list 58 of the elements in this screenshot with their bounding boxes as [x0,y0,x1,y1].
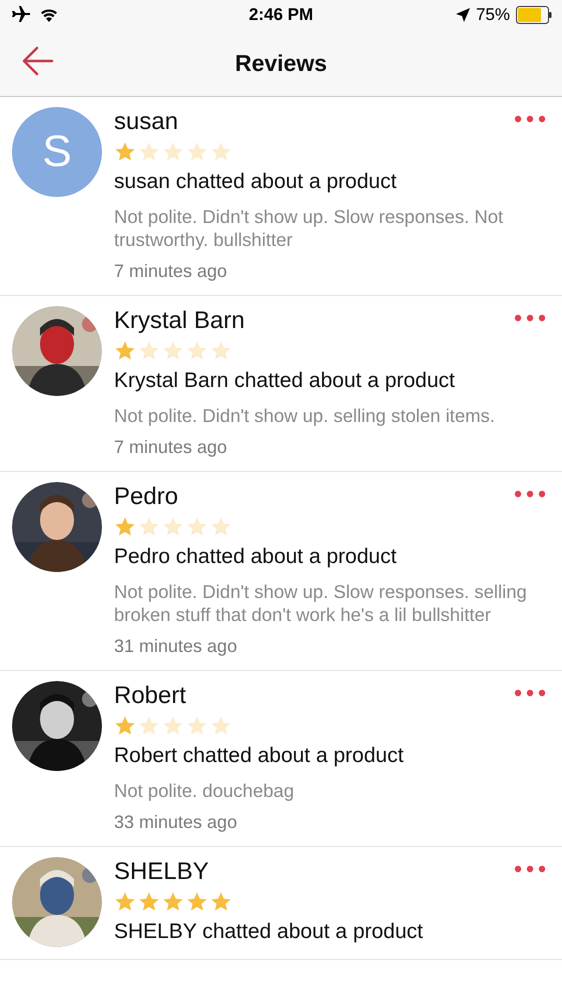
empty-star-icon [162,141,184,163]
empty-star-icon [186,141,208,163]
location-arrow-icon [456,8,470,22]
more-icon [514,865,546,873]
battery-percent: 75% [476,5,510,25]
empty-star-icon [162,516,184,538]
filled-star-icon [114,516,136,538]
filled-star-icon [114,715,136,737]
review-headline: susan chatted about a product [114,169,398,195]
empty-star-icon [210,516,232,538]
filled-star-icon [114,340,136,362]
review-time: 33 minutes ago [114,811,238,834]
empty-star-icon [138,715,160,737]
more-icon [514,115,546,123]
review-headline: Pedro chatted about a product [114,544,398,570]
reviewer-name: Pedro [114,482,178,512]
empty-star-icon [210,340,232,362]
filled-star-icon [114,141,136,163]
review-comment: Not polite. Didn't show up. Slow responses. selling broken stuff that don't work he's a lil bullshitter [114,580,528,626]
empty-star-icon [186,340,208,362]
back-arrow-icon [22,46,54,76]
filled-star-icon [162,891,184,913]
filled-star-icon [210,891,232,913]
reviewer-name: Krystal Barn [114,306,245,336]
filled-star-icon [186,891,208,913]
back-button[interactable] [22,46,54,76]
empty-star-icon [186,516,208,538]
more-icon [514,689,546,697]
reviewer-name: Robert [114,681,186,711]
review-time: 7 minutes ago [114,260,228,283]
review-headline: Krystal Barn chatted about a product [114,368,456,394]
review-headline: SHELBY chatted about a product [114,919,424,945]
review-comment: Not polite. Didn't show up. Slow responses. Not trustworthy. bullshitter [114,205,504,251]
empty-star-icon [162,340,184,362]
filled-star-icon [138,891,160,913]
empty-star-icon [210,715,232,737]
battery-icon [516,6,552,24]
empty-star-icon [210,141,232,163]
avatar: S [12,107,102,197]
review-comment: Not polite. douchebag [114,779,295,802]
review-comment: Not polite. Didn't show up. selling stolen items. [114,404,496,427]
status-time: 2:46 PM [248,5,314,25]
page-title: Reviews [234,50,328,76]
more-icon [514,490,546,498]
empty-star-icon [138,516,160,538]
filled-star-icon [114,891,136,913]
reviewer-name: SHELBY [114,857,209,887]
empty-star-icon [138,340,160,362]
more-icon [514,314,546,322]
airplane-icon [10,6,30,24]
reviewer-name: susan [114,107,178,137]
empty-star-icon [138,141,160,163]
wifi-icon [40,8,58,22]
empty-star-icon [162,715,184,737]
review-time: 31 minutes ago [114,635,238,658]
review-headline: Robert chatted about a product [114,743,405,769]
review-time: 7 minutes ago [114,436,228,459]
empty-star-icon [186,715,208,737]
